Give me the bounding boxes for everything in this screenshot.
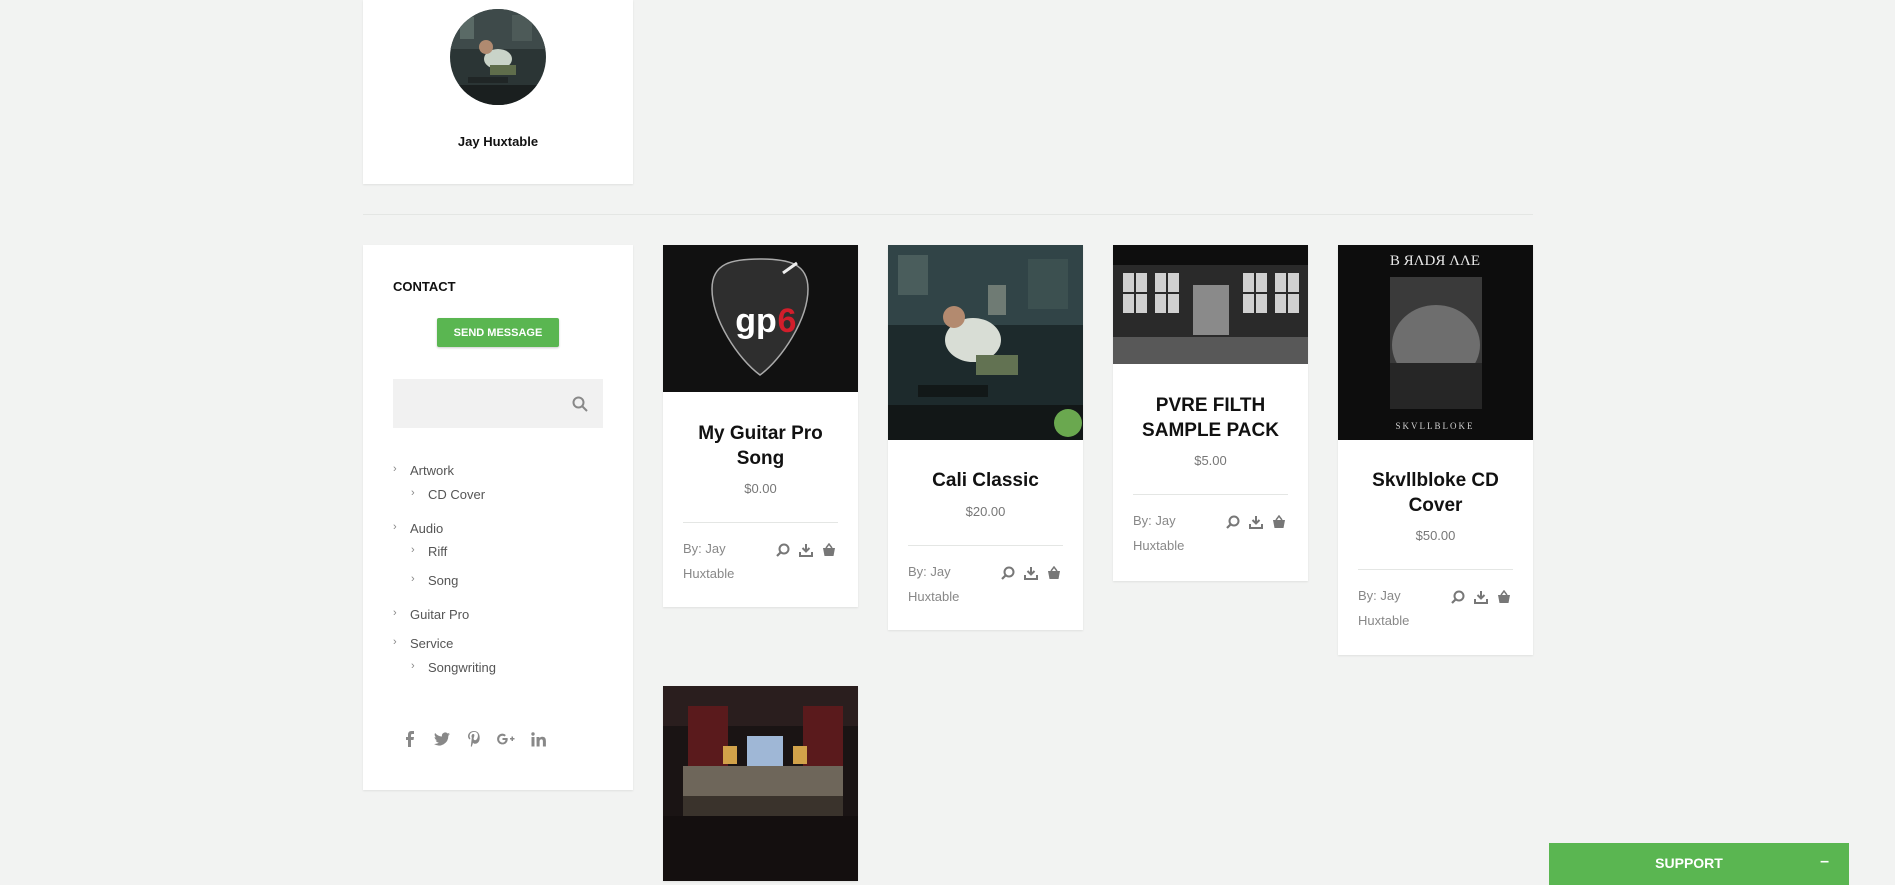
category-songwriting[interactable]: Songwriting xyxy=(428,660,496,675)
product-card[interactable]: gp 6 My Guitar Pro Song $0.00 By: Jay Hu… xyxy=(663,245,858,607)
cart-basket-icon[interactable] xyxy=(1046,565,1062,581)
cart-basket-icon[interactable] xyxy=(1271,514,1287,530)
album-cover-title: B ЯΛDЯ ΛΛE xyxy=(1390,253,1480,269)
product-image[interactable]: gp 6 xyxy=(663,245,858,392)
product-image[interactable] xyxy=(888,245,1083,440)
product-price: $5.00 xyxy=(1194,453,1227,468)
category-guitar-pro[interactable]: Guitar Pro xyxy=(410,607,469,622)
product-actions xyxy=(1225,514,1287,530)
quick-view-icon[interactable] xyxy=(1225,514,1241,530)
quick-view-icon[interactable] xyxy=(1450,589,1466,605)
vendor-profile-card: Jay Huxtable xyxy=(363,0,633,184)
vendor-name[interactable]: Jay Huxtable xyxy=(363,134,633,149)
download-icon[interactable] xyxy=(1248,514,1264,530)
product-title[interactable]: Cali Classic xyxy=(898,468,1073,493)
product-author[interactable]: By: Jay Huxtable xyxy=(683,536,763,586)
chevron-right-icon: › xyxy=(411,487,415,499)
product-card[interactable]: Cali Classic $20.00 By: Jay Huxtable xyxy=(888,245,1083,630)
product-card[interactable]: PVRE FILTH SAMPLE PACK $5.00 By: Jay Hux… xyxy=(1113,245,1308,581)
vendor-sidebar: CONTACT SEND MESSAGE › Artwork › CD Cove… xyxy=(363,245,633,790)
chevron-right-icon: › xyxy=(411,573,415,585)
product-title[interactable]: My Guitar Pro Song xyxy=(673,421,848,471)
support-chat-widget[interactable]: SUPPORT – xyxy=(1549,843,1849,885)
product-actions xyxy=(775,542,837,558)
cart-basket-icon[interactable] xyxy=(821,542,837,558)
chevron-right-icon: › xyxy=(411,544,415,556)
download-icon[interactable] xyxy=(798,542,814,558)
send-message-button[interactable]: SEND MESSAGE xyxy=(437,318,559,347)
category-service[interactable]: Service xyxy=(410,636,453,651)
section-divider xyxy=(363,214,1533,215)
category-cd-cover[interactable]: CD Cover xyxy=(428,487,485,502)
product-image[interactable]: B ЯΛDЯ ΛΛE SKVLLBLOKE xyxy=(1338,245,1533,440)
category-riff[interactable]: Riff xyxy=(428,544,447,559)
download-icon[interactable] xyxy=(1023,565,1039,581)
product-actions xyxy=(1450,589,1512,605)
product-price: $50.00 xyxy=(1415,528,1456,543)
product-divider xyxy=(908,545,1063,546)
vendor-avatar[interactable] xyxy=(450,9,546,105)
product-divider xyxy=(683,522,838,523)
product-image[interactable] xyxy=(663,686,858,881)
product-actions xyxy=(1000,565,1062,581)
product-image[interactable] xyxy=(1113,245,1308,364)
chevron-right-icon: › xyxy=(393,607,397,619)
svg-text:gp: gp xyxy=(735,302,777,340)
facebook-icon[interactable] xyxy=(401,730,419,748)
svg-text:6: 6 xyxy=(778,302,797,340)
chevron-right-icon: › xyxy=(393,463,397,475)
minimize-icon[interactable]: – xyxy=(1820,853,1829,871)
product-author[interactable]: By: Jay Huxtable xyxy=(908,559,988,609)
product-author[interactable]: By: Jay Huxtable xyxy=(1358,583,1438,633)
product-price: $0.00 xyxy=(744,481,777,496)
category-audio[interactable]: Audio xyxy=(410,521,443,536)
quick-view-icon[interactable] xyxy=(1000,565,1016,581)
linkedin-icon[interactable] xyxy=(529,730,547,748)
pinterest-icon[interactable] xyxy=(465,730,483,748)
product-divider xyxy=(1358,569,1513,570)
contact-heading: CONTACT xyxy=(393,279,456,294)
twitter-icon[interactable] xyxy=(433,730,451,748)
category-artwork[interactable]: Artwork xyxy=(410,463,454,478)
product-search-input[interactable] xyxy=(393,379,603,428)
download-icon[interactable] xyxy=(1473,589,1489,605)
google-plus-icon[interactable] xyxy=(497,730,515,748)
product-divider xyxy=(1133,494,1288,495)
category-song[interactable]: Song xyxy=(428,573,458,588)
chevron-right-icon: › xyxy=(411,660,415,672)
support-label[interactable]: SUPPORT xyxy=(1549,855,1829,871)
product-price: $20.00 xyxy=(965,504,1006,519)
cart-basket-icon[interactable] xyxy=(1496,589,1512,605)
chevron-right-icon: › xyxy=(393,521,397,533)
product-title[interactable]: PVRE FILTH SAMPLE PACK xyxy=(1123,393,1298,443)
chevron-right-icon: › xyxy=(393,636,397,648)
search-icon[interactable] xyxy=(571,395,589,413)
product-title[interactable]: Skvllbloke CD Cover xyxy=(1348,468,1523,518)
album-cover-band: SKVLLBLOKE xyxy=(1396,421,1475,431)
quick-view-icon[interactable] xyxy=(775,542,791,558)
social-links xyxy=(401,730,547,748)
product-card[interactable] xyxy=(663,686,858,881)
product-card[interactable]: B ЯΛDЯ ΛΛE SKVLLBLOKE Skvllbloke CD Cove… xyxy=(1338,245,1533,655)
product-author[interactable]: By: Jay Huxtable xyxy=(1133,508,1213,558)
